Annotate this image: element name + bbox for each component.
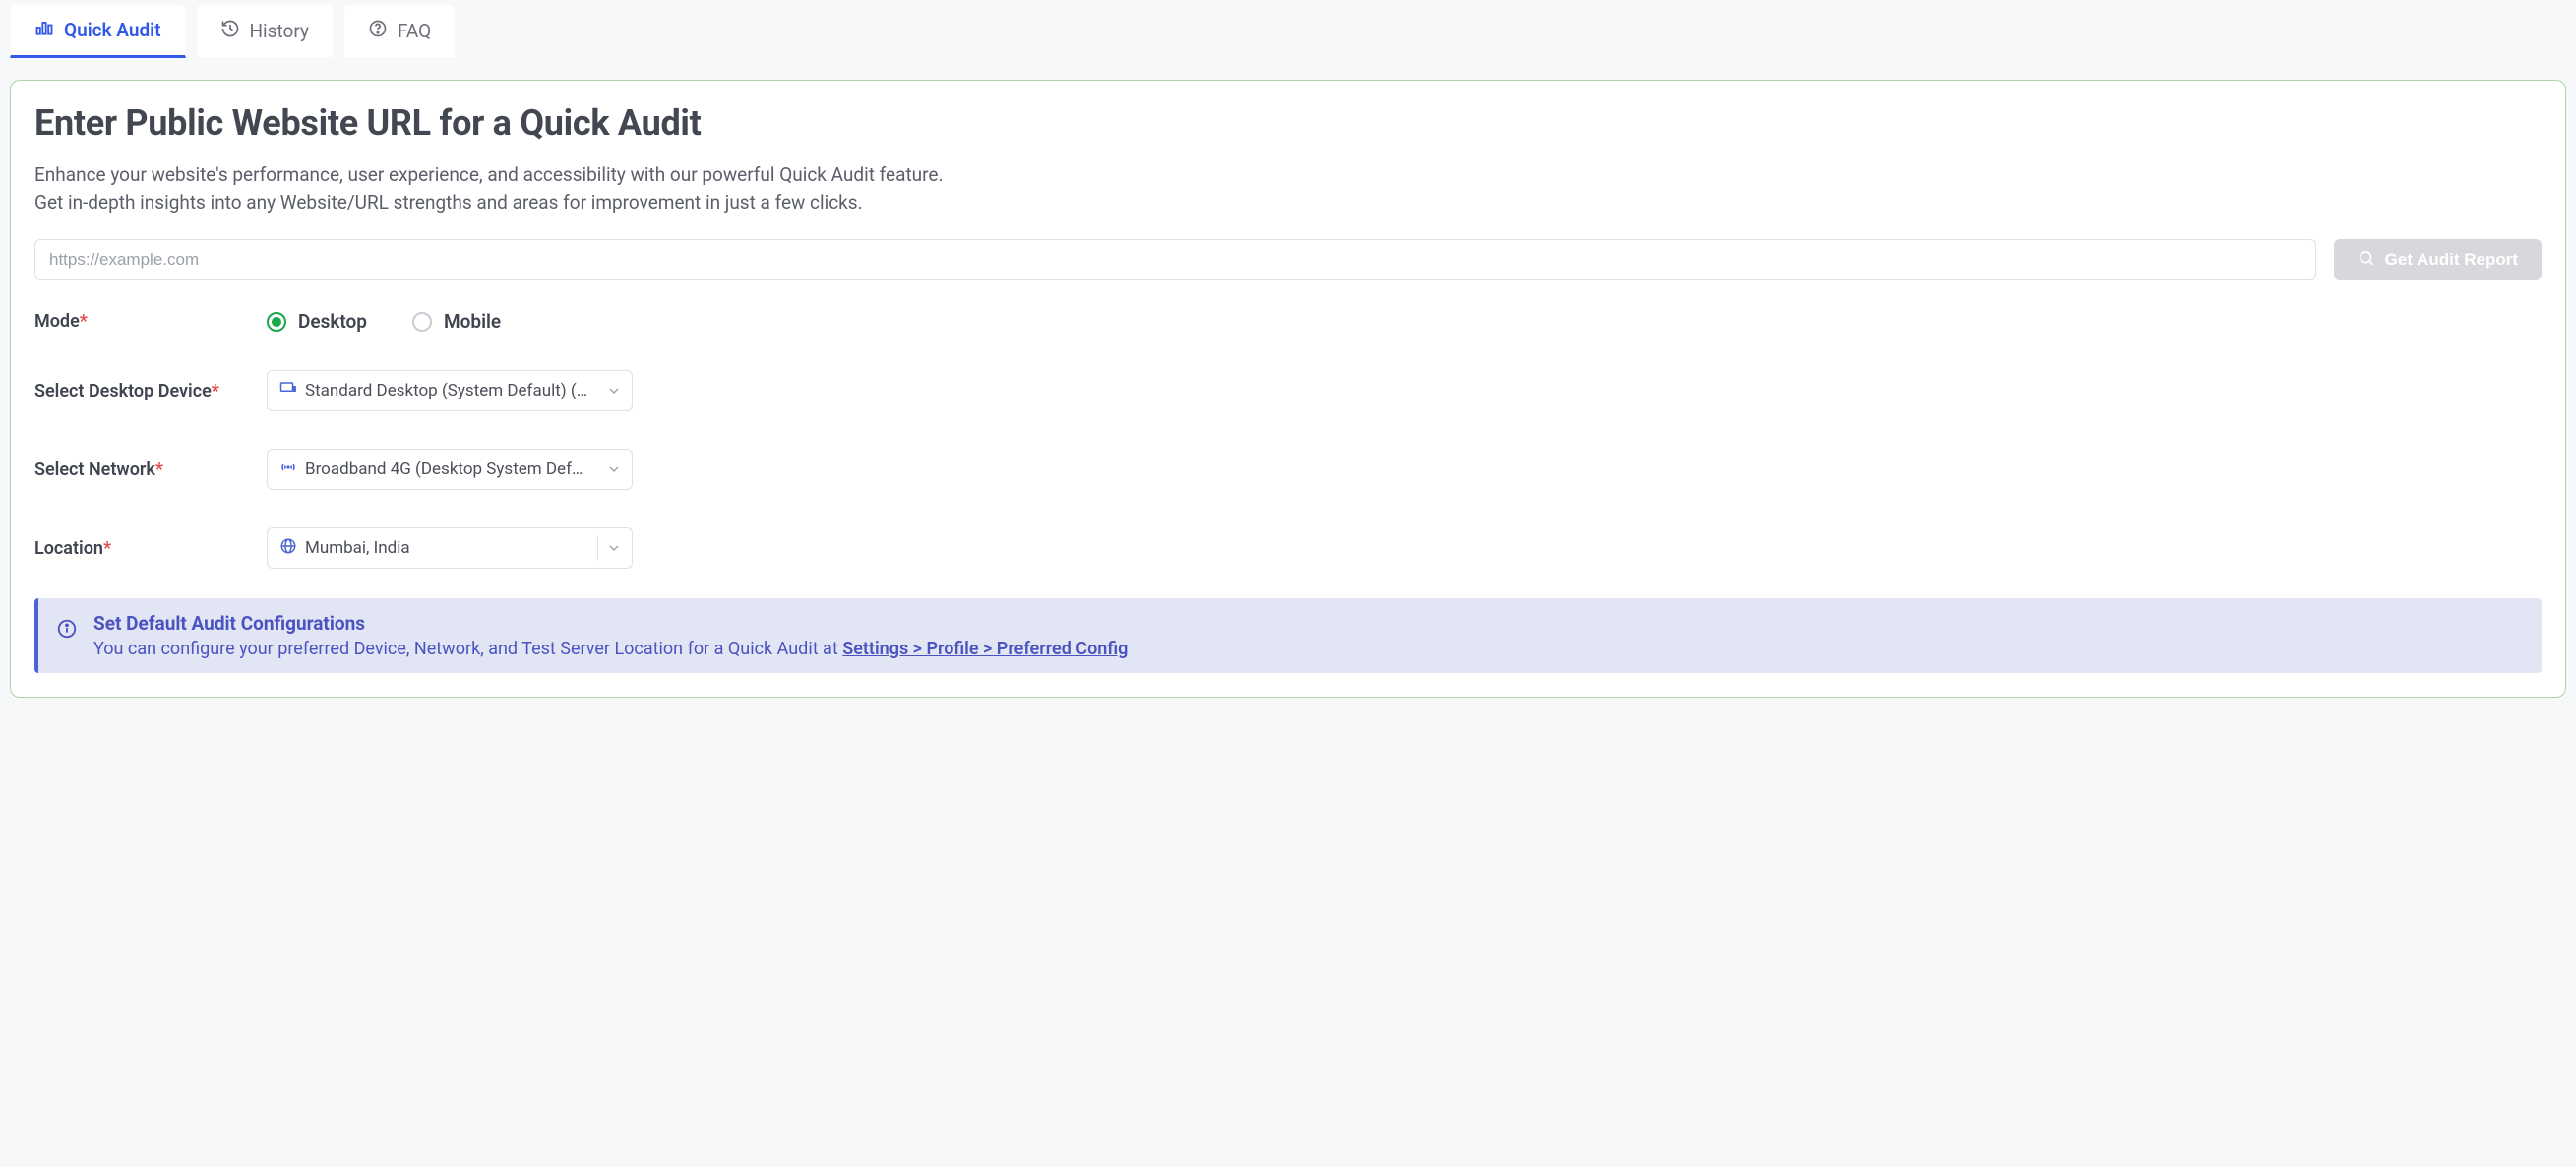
broadcast-icon: [279, 459, 297, 480]
tabs: Quick Audit History FAQ: [10, 4, 2566, 58]
device-row: Select Desktop Device* Standard Desktop …: [34, 370, 2542, 411]
mode-label: Mode*: [34, 311, 267, 332]
chevron-down-icon: [598, 457, 622, 482]
get-audit-report-button[interactable]: Get Audit Report: [2334, 239, 2542, 280]
tab-label: History: [250, 20, 309, 42]
search-icon: [2358, 249, 2375, 272]
device-select[interactable]: Standard Desktop (System Default) (1350 …: [267, 370, 633, 411]
help-circle-icon: [368, 19, 388, 43]
select-value: Broadband 4G (Desktop System Default) (1…: [305, 460, 590, 479]
select-value: Standard Desktop (System Default) (1350 …: [305, 381, 590, 400]
mode-row: Mode* Desktop Mobile: [34, 310, 2542, 333]
chevron-down-icon: [598, 378, 622, 403]
tab-label: Quick Audit: [64, 19, 161, 41]
history-icon: [220, 19, 240, 43]
tab-label: FAQ: [398, 20, 431, 42]
button-label: Get Audit Report: [2385, 250, 2518, 270]
network-row: Select Network* Broadband 4G (Desktop Sy…: [34, 449, 2542, 490]
url-input[interactable]: [34, 239, 2316, 280]
tab-faq[interactable]: FAQ: [343, 4, 456, 58]
radio-icon: [412, 312, 432, 332]
select-value: Mumbai, India: [305, 538, 589, 558]
info-circle-icon: [56, 612, 78, 644]
mode-radio-desktop[interactable]: Desktop: [267, 310, 367, 333]
mode-radio-mobile[interactable]: Mobile: [412, 310, 501, 333]
quick-audit-panel: Enter Public Website URL for a Quick Aud…: [10, 80, 2566, 698]
url-row: Get Audit Report: [34, 239, 2542, 280]
monitor-icon: [279, 380, 297, 401]
chevron-down-icon: [597, 535, 622, 561]
network-label: Select Network*: [34, 460, 267, 480]
panel-description: Enhance your website's performance, user…: [34, 161, 2542, 215]
mode-radio-group: Desktop Mobile: [267, 310, 501, 333]
panel-title: Enter Public Website URL for a Quick Aud…: [34, 102, 2542, 144]
preferred-config-link[interactable]: Settings > Profile > Preferred Config: [842, 639, 1128, 659]
tab-history[interactable]: History: [196, 4, 334, 58]
device-label: Select Desktop Device*: [34, 381, 267, 401]
network-select[interactable]: Broadband 4G (Desktop System Default) (1…: [267, 449, 633, 490]
default-config-banner: Set Default Audit Configurations You can…: [34, 598, 2542, 673]
globe-icon: [279, 537, 297, 559]
location-row: Location* Mumbai, India: [34, 527, 2542, 569]
bar-chart-icon: [34, 18, 54, 42]
location-select[interactable]: Mumbai, India: [267, 527, 633, 569]
location-label: Location*: [34, 538, 267, 559]
radio-icon: [267, 312, 286, 332]
banner-title: Set Default Audit Configurations: [93, 612, 1128, 635]
banner-body: You can configure your preferred Device,…: [93, 639, 1128, 659]
tab-quick-audit[interactable]: Quick Audit: [10, 4, 186, 58]
